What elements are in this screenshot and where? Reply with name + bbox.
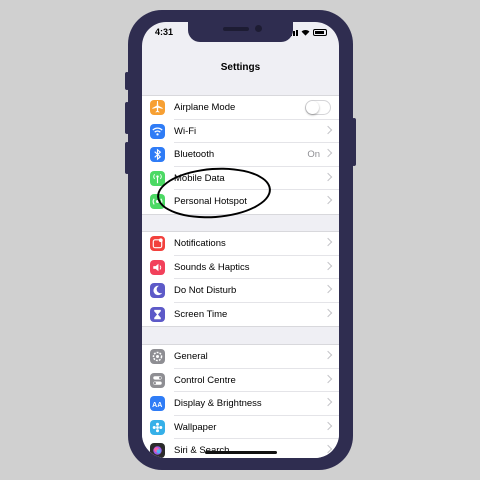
wifi-icon [150, 123, 165, 139]
chevron-right-icon [323, 172, 333, 181]
notch [188, 22, 293, 42]
front-camera [255, 25, 262, 32]
volume-down-button [125, 142, 129, 174]
siri-icon [150, 443, 165, 458]
settings-row-notifications[interactable]: Notifications [142, 232, 339, 256]
settings-row-bluetooth[interactable]: Bluetooth On [142, 143, 339, 167]
settings-row-label: Wi-Fi [174, 125, 197, 137]
status-icons [287, 29, 327, 36]
switches-icon [150, 372, 165, 388]
settings-row-value: On [307, 149, 320, 161]
settings-row-label: Control Centre [174, 374, 236, 386]
flower-icon [150, 419, 165, 435]
gear-icon [150, 349, 165, 364]
settings-row-control-centre[interactable]: Control Centre [142, 369, 339, 392]
notifications-group: Notifications Sounds & Haptics Do Not Dist… [142, 231, 339, 327]
settings-row-label: General [174, 351, 208, 363]
chevron-right-icon [323, 284, 333, 294]
settings-row-sounds-and-haptics[interactable]: Sounds & Haptics [142, 256, 339, 279]
chevron-right-icon [323, 261, 333, 270]
settings-row-label: Screen Time [174, 308, 228, 320]
settings-row-screen-time[interactable]: Screen Time [142, 303, 339, 327]
settings-row-label: Do Not Disturb [174, 285, 237, 297]
settings-row-label: Sounds & Haptics [174, 261, 250, 273]
chevron-right-icon [323, 148, 333, 158]
settings-row-label: Airplane Mode [174, 102, 236, 114]
notification-icon [150, 236, 165, 251]
settings-row-label: Bluetooth [174, 149, 215, 161]
airplane-icon [150, 100, 165, 115]
chevron-right-icon [323, 308, 333, 317]
svg-text:AA: AA [152, 402, 162, 409]
settings-row-general[interactable]: General [142, 345, 339, 369]
settings-row-wi-fi[interactable]: Wi-Fi [142, 120, 339, 143]
settings-row-siri-and-search[interactable]: Siri & Search [142, 439, 339, 458]
wifi-status-icon [301, 30, 310, 36]
power-button [352, 118, 356, 166]
settings-row-airplane-mode[interactable]: Airplane Mode [142, 96, 339, 120]
volume-up-button [125, 102, 129, 134]
chevron-right-icon [323, 195, 333, 205]
speaker-grille [223, 27, 249, 31]
phone-frame: 4:31 Settings Airplane Mode Wi-Fi Bluetoot… [125, 10, 356, 470]
settings-row-label: Display & Brightness [174, 398, 262, 410]
airplane-mode-toggle[interactable] [305, 100, 331, 115]
chevron-right-icon [323, 397, 333, 407]
silent-switch [125, 72, 129, 90]
bluetooth-icon [150, 147, 165, 162]
settings-row-display-and-brightness[interactable]: AA Display & Brightness [142, 392, 339, 416]
settings-row-label: Wallpaper [174, 421, 217, 433]
status-time: 4:31 [155, 27, 174, 37]
speaker-icon [150, 259, 165, 275]
hourglass-icon [150, 306, 165, 322]
chevron-right-icon [323, 125, 333, 134]
moon-icon [150, 283, 165, 298]
general-group: General Control Centre AA Display & Brightn… [142, 344, 339, 458]
chevron-right-icon [323, 444, 333, 454]
chevron-right-icon [323, 350, 333, 360]
settings-row-label: Notifications [174, 238, 226, 250]
chevron-right-icon [323, 421, 333, 430]
chevron-right-icon [323, 374, 333, 383]
chevron-right-icon [323, 237, 333, 247]
text-size-icon: AA [150, 396, 165, 411]
page-title: Settings [220, 62, 261, 73]
phone-screen: 4:31 Settings Airplane Mode Wi-Fi Bluetoot… [142, 22, 339, 458]
battery-icon [313, 29, 327, 36]
settings-row-wallpaper[interactable]: Wallpaper [142, 416, 339, 439]
settings-row-do-not-disturb[interactable]: Do Not Disturb [142, 279, 339, 303]
home-indicator [205, 451, 277, 454]
